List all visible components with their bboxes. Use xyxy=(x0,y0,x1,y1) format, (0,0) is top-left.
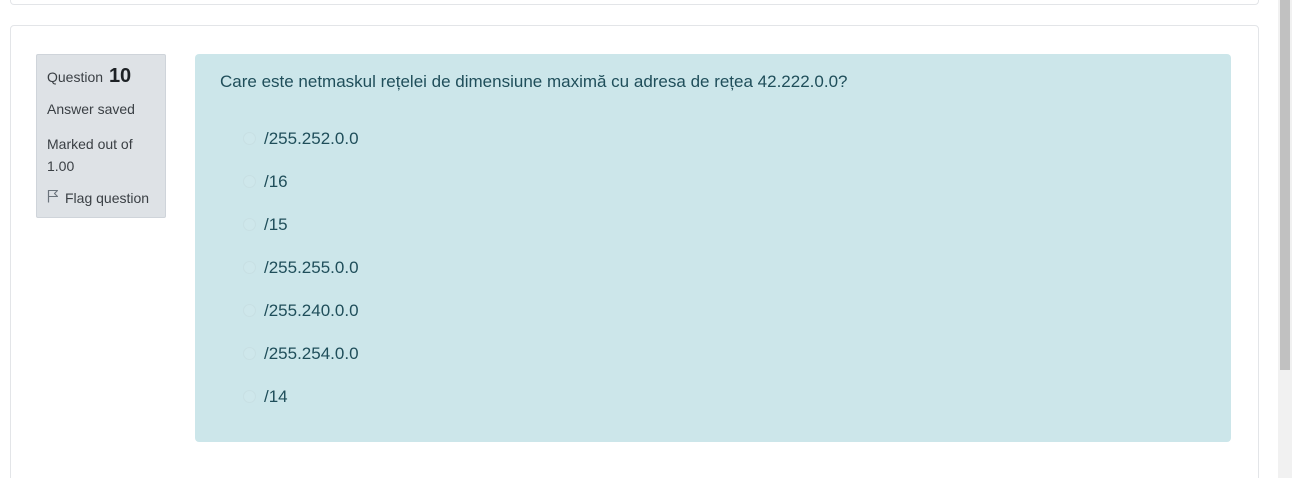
answer-label: /255.252.0.0 xyxy=(264,129,359,148)
question-text: Care este netmaskul rețelei de dimensiun… xyxy=(220,72,848,91)
question-formulation: Care este netmaskul rețelei de dimensiun… xyxy=(195,54,1231,442)
answer-label: /255.255.0.0 xyxy=(264,258,359,277)
answer-label: /14 xyxy=(264,387,288,406)
answer-option[interactable]: /16 xyxy=(243,172,359,215)
answer-label: /255.254.0.0 xyxy=(264,344,359,363)
answer-label: /255.240.0.0 xyxy=(264,301,359,320)
flag-question-link[interactable]: Flag question xyxy=(47,189,149,206)
flag-icon xyxy=(47,189,65,206)
previous-question-card xyxy=(10,0,1259,5)
answer-radio[interactable] xyxy=(243,304,256,317)
page-scrollbar[interactable] xyxy=(1278,0,1292,478)
question-number: Question 10 xyxy=(47,65,131,88)
answer-options: /255.252.0.0 /16 /15 /255.255.0.0 /255.2… xyxy=(243,129,359,430)
answer-radio[interactable] xyxy=(243,390,256,403)
question-card: Question 10 Answer saved Marked out of 1… xyxy=(10,25,1259,478)
question-label: Question xyxy=(47,69,104,85)
question-number-value: 10 xyxy=(108,65,132,87)
scrollbar-thumb[interactable] xyxy=(1280,0,1290,370)
question-info: Question 10 Answer saved Marked out of 1… xyxy=(36,54,166,218)
answer-radio[interactable] xyxy=(243,175,256,188)
question-grade: Marked out of 1.00 xyxy=(47,136,133,174)
answer-radio[interactable] xyxy=(243,347,256,360)
answer-label: /16 xyxy=(264,172,288,191)
answer-option[interactable]: /255.252.0.0 xyxy=(243,129,359,172)
answer-option[interactable]: /14 xyxy=(243,387,359,430)
answer-option[interactable]: /255.254.0.0 xyxy=(243,344,359,387)
answer-option[interactable]: /15 xyxy=(243,215,359,258)
answer-option[interactable]: /255.240.0.0 xyxy=(243,301,359,344)
flag-question-label: Flag question xyxy=(65,189,150,206)
question-state: Answer saved xyxy=(47,101,135,117)
answer-radio[interactable] xyxy=(243,261,256,274)
answer-radio[interactable] xyxy=(243,132,256,145)
answer-option[interactable]: /255.255.0.0 xyxy=(243,258,359,301)
answer-radio[interactable] xyxy=(243,218,256,231)
quiz-page: Question 10 Answer saved Marked out of 1… xyxy=(0,0,1292,478)
answer-label: /15 xyxy=(264,215,288,234)
